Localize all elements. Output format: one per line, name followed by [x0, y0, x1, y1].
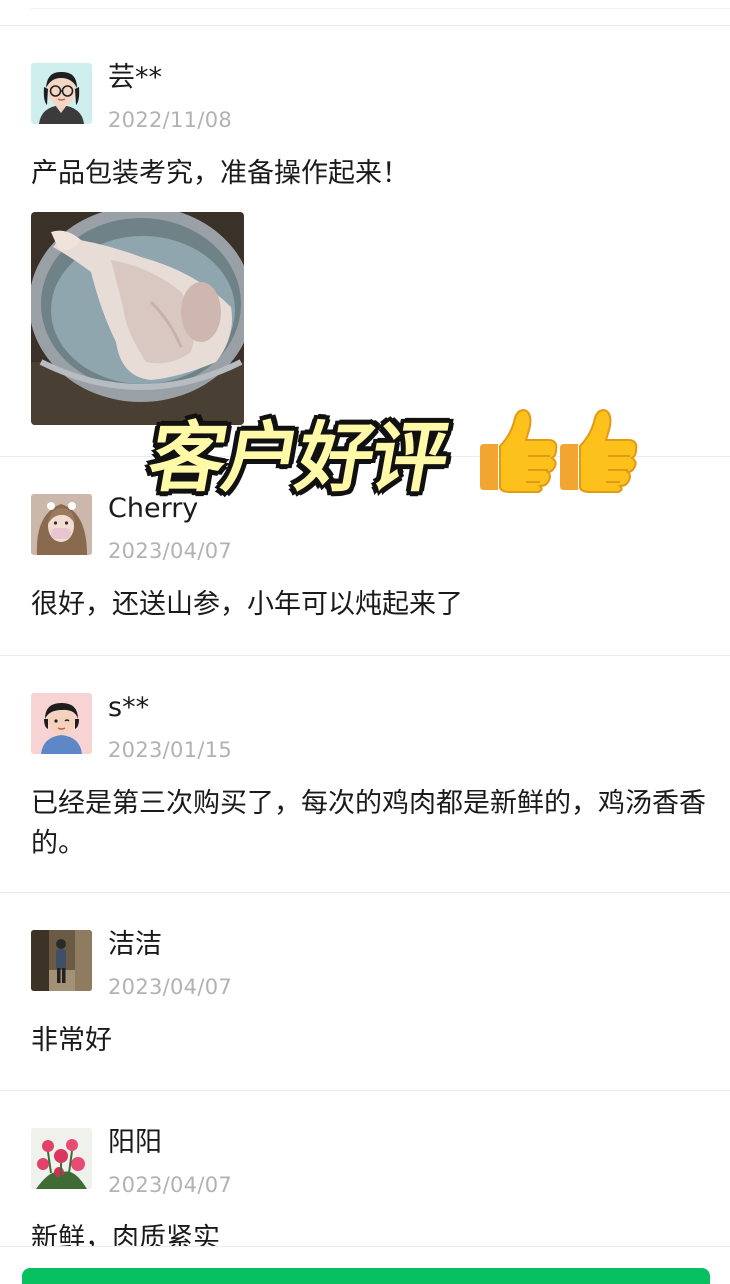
review-date: 2022/11/08 — [108, 108, 233, 132]
avatar[interactable] — [31, 1128, 92, 1189]
thumbs-up-icon — [556, 404, 640, 494]
review-text: 已经是第三次购买了，每次的鸡肉都是新鲜的，鸡汤香香的。 — [31, 788, 706, 859]
review-photo[interactable] — [31, 212, 244, 425]
user-name: s** — [108, 692, 150, 723]
review-date: 2023/04/07 — [108, 539, 233, 563]
thumbs-up-icon — [476, 404, 560, 494]
user-name: 洁洁 — [108, 929, 162, 960]
overlay-title: 客户好评 — [142, 413, 454, 502]
girl-photo-avatar-icon — [31, 494, 92, 555]
review-date: 2023/04/07 — [108, 1173, 233, 1197]
action-button[interactable] — [22, 1268, 710, 1284]
chicken-in-bowl-photo — [31, 212, 244, 425]
thumbs-up-icon-graphic — [560, 408, 638, 493]
review-item: 洁洁 2023/04/07 非常好 — [0, 893, 730, 1091]
avatar[interactable] — [31, 693, 92, 754]
review-date: 2023/01/15 — [108, 738, 233, 762]
cartoon-woman-avatar-icon — [31, 693, 92, 754]
street-photo-avatar-icon — [31, 930, 92, 991]
avatar[interactable] — [31, 63, 92, 124]
user-name: 芸** — [108, 62, 162, 93]
woman-glasses-avatar-icon — [31, 63, 92, 124]
review-text: 很好，还送山参，小年可以炖起来了 — [31, 589, 463, 620]
avatar[interactable] — [31, 930, 92, 991]
top-divider — [0, 0, 730, 26]
review-text: 非常好 — [31, 1025, 112, 1056]
review-date: 2023/04/07 — [108, 975, 233, 999]
thumbs-up-icon-graphic — [480, 408, 558, 493]
review-item: s** 2023/01/15 已经是第三次购买了，每次的鸡肉都是新鲜的，鸡汤香香… — [0, 656, 730, 893]
avatar[interactable] — [31, 494, 92, 555]
user-name: 阳阳 — [108, 1127, 162, 1158]
roses-avatar-icon — [31, 1128, 92, 1189]
review-text: 产品包装考究，准备操作起来！ — [31, 158, 409, 189]
review-item: 芸** 2022/11/08 产品包装考究，准备操作起来！ — [0, 26, 730, 457]
